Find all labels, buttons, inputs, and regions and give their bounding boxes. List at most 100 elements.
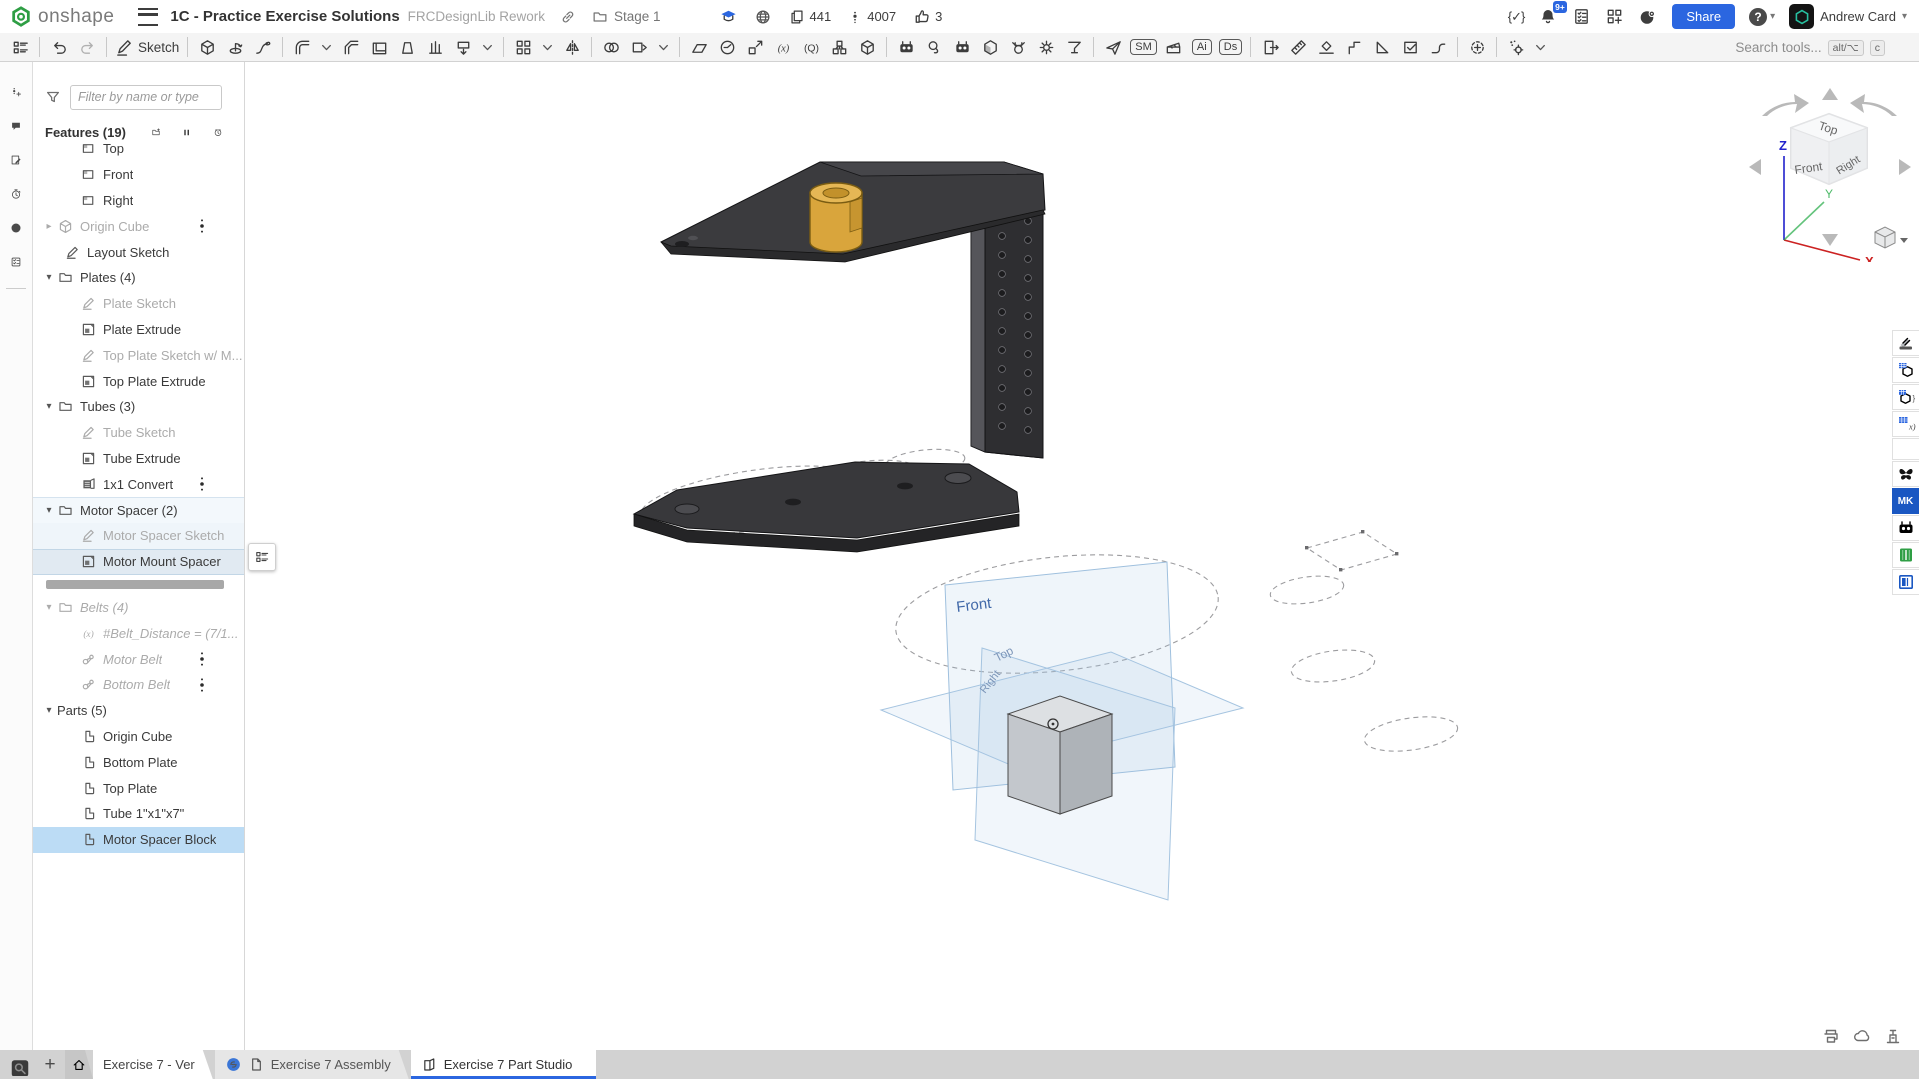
tree-item-bottom-belt[interactable]: Bottom Belt — [33, 672, 244, 698]
cloud-icon[interactable] — [1852, 1026, 1872, 1046]
tree-item-top-plane[interactable]: Top — [33, 136, 244, 162]
linear-pattern-button[interactable] — [511, 35, 535, 59]
tree-item-belt-distance-variable[interactable]: #Belt_Distance = (7/1... — [33, 620, 244, 646]
share-button[interactable]: Share — [1672, 4, 1735, 29]
learning-head-icon[interactable] — [1638, 7, 1658, 27]
green-library-extension-icon[interactable] — [1892, 542, 1919, 568]
view-menu-button[interactable] — [1875, 227, 1908, 248]
bull-tool-button[interactable] — [1006, 35, 1030, 59]
help-menu[interactable]: ? ▾ — [1749, 8, 1775, 26]
properties-panel-icon[interactable] — [4, 250, 28, 274]
workspace-name[interactable]: FRCDesignLib Rework — [408, 9, 545, 24]
item-menu-dots-icon[interactable] — [198, 677, 206, 693]
followers-dots-icon[interactable] — [847, 8, 863, 26]
document-title[interactable]: 1C - Practice Exercise Solutions — [170, 8, 399, 25]
ai-chip-button[interactable]: Ai — [1190, 35, 1214, 59]
extrude-button[interactable] — [195, 35, 219, 59]
bottom-plate-part[interactable] — [634, 462, 1019, 552]
route-tool-button[interactable] — [1426, 35, 1450, 59]
expand-chevron-icon[interactable]: ▾ — [41, 401, 57, 412]
origin-marker-button[interactable] — [1465, 35, 1489, 59]
item-menu-dots-icon[interactable] — [198, 651, 206, 667]
machine-icon[interactable] — [1883, 1026, 1903, 1046]
tree-part-bottom-plate[interactable]: Bottom Plate — [33, 749, 244, 775]
fillet-button[interactable] — [290, 35, 314, 59]
sweep-button[interactable] — [251, 35, 275, 59]
send-tool-button[interactable] — [1101, 35, 1125, 59]
mirror-button[interactable] — [560, 35, 584, 59]
tree-item-1x1-convert[interactable]: 1x1 Convert — [33, 471, 244, 497]
tree-item-motor-belt[interactable]: Motor Belt — [33, 646, 244, 672]
measure-tool-button[interactable] — [1286, 35, 1310, 59]
split-button[interactable] — [627, 35, 651, 59]
expand-chevron-icon[interactable]: ▾ — [41, 505, 57, 516]
pattern-menu-chevron-icon[interactable] — [537, 35, 558, 59]
user-menu[interactable]: Andrew Card ▾ — [1789, 4, 1907, 29]
shell-button[interactable] — [367, 35, 391, 59]
copies-icon[interactable] — [788, 8, 806, 26]
plane-button[interactable] — [687, 35, 711, 59]
search-tools-label[interactable]: Search tools... — [1735, 40, 1821, 55]
variables-grid-icon[interactable] — [1892, 411, 1919, 437]
sketch-button[interactable]: Sketch — [114, 35, 180, 59]
new-tab-button[interactable]: + — [37, 1050, 63, 1079]
corner-tool-button[interactable] — [1342, 35, 1366, 59]
education-cap-icon[interactable] — [719, 7, 738, 26]
tree-part-origin-cube[interactable]: Origin Cube — [33, 724, 244, 750]
tree-folder-motor-spacer[interactable]: ▾ Motor Spacer (2) — [33, 497, 244, 523]
thicken-menu-chevron-icon[interactable] — [477, 35, 498, 59]
hamburger-menu-icon[interactable] — [138, 8, 158, 26]
split-menu-chevron-icon[interactable] — [653, 35, 674, 59]
flatten-tool-button[interactable] — [1314, 35, 1338, 59]
variable-studio-button[interactable] — [799, 35, 823, 59]
named-views-icon[interactable] — [1892, 357, 1919, 383]
view-cube-body[interactable]: Top Front Right — [1791, 114, 1867, 184]
part-cube-button[interactable] — [855, 35, 879, 59]
notes-panel-icon[interactable] — [4, 148, 28, 172]
expand-chevron-icon[interactable]: ▾ — [41, 602, 57, 613]
insert-panel-icon[interactable] — [4, 80, 28, 104]
expand-chevron-icon[interactable]: ▸ — [41, 221, 57, 232]
feature-filter-input[interactable] — [70, 85, 222, 110]
feature-list-flyout-button[interactable] — [248, 543, 276, 571]
animation-tool-button[interactable] — [1162, 35, 1186, 59]
item-menu-dots-icon[interactable] — [198, 218, 206, 234]
tab-version[interactable]: Exercise 7 - Ver — [93, 1050, 213, 1079]
tree-item-top-plate-extrude[interactable]: Top Plate Extrude — [33, 368, 244, 394]
tree-item-plate-sketch[interactable]: Plate Sketch — [33, 291, 244, 317]
sheet-metal-chip-button[interactable]: SM — [1129, 35, 1158, 59]
tree-item-origin-cube-feature[interactable]: ▸ Origin Cube — [33, 213, 244, 239]
motor-spacer-highlight[interactable] — [810, 183, 862, 252]
undo-button[interactable] — [47, 35, 71, 59]
butterfly-extension-icon[interactable] — [1892, 461, 1919, 487]
robot-extension-icon[interactable] — [1892, 515, 1919, 541]
comments-panel-icon[interactable] — [4, 114, 28, 138]
mate-connector-button[interactable] — [827, 35, 851, 59]
corner-triangle-tool-button[interactable] — [1370, 35, 1394, 59]
tree-section-parts[interactable]: ▾ Parts (5) — [33, 698, 244, 724]
tab-part-studio[interactable]: Exercise 7 Part Studio — [411, 1050, 597, 1079]
tree-item-right-plane[interactable]: Right — [33, 188, 244, 214]
spotlight-panel-icon[interactable] — [4, 216, 28, 240]
variable-button[interactable] — [771, 35, 795, 59]
item-menu-dots-icon[interactable] — [198, 476, 206, 492]
tree-folder-plates[interactable]: ▾ Plates (4) — [33, 265, 244, 291]
chamfer-button[interactable] — [339, 35, 363, 59]
display-states-icon[interactable] — [1892, 384, 1919, 410]
tree-item-layout-sketch[interactable]: Layout Sketch — [33, 239, 244, 265]
mkcad-extension-icon[interactable]: MK — [1892, 488, 1919, 514]
origin-cube-part[interactable] — [1008, 696, 1112, 814]
search-tabs-icon[interactable] — [9, 1054, 31, 1076]
thicken-button[interactable] — [451, 35, 475, 59]
notifications-bell[interactable]: 9+ — [1538, 7, 1558, 27]
tree-part-tube-1x1x7[interactable]: Tube 1"x1"x7" — [33, 801, 244, 827]
view-cube[interactable]: Top Front Right Z X Y — [1737, 72, 1919, 262]
tab-assembly[interactable]: Exercise 7 Assembly — [215, 1050, 409, 1079]
tree-item-top-plate-sketch[interactable]: Top Plate Sketch w/ M... — [33, 342, 244, 368]
graphics-viewport[interactable]: Front Top Right — [245, 62, 1919, 1050]
boolean-button[interactable] — [599, 35, 623, 59]
appearance-panel-icon[interactable] — [1892, 330, 1919, 356]
tree-item-plate-extrude[interactable]: Plate Extrude — [33, 317, 244, 343]
gear-tool-button[interactable] — [1034, 35, 1058, 59]
tree-part-top-plate[interactable]: Top Plate — [33, 775, 244, 801]
